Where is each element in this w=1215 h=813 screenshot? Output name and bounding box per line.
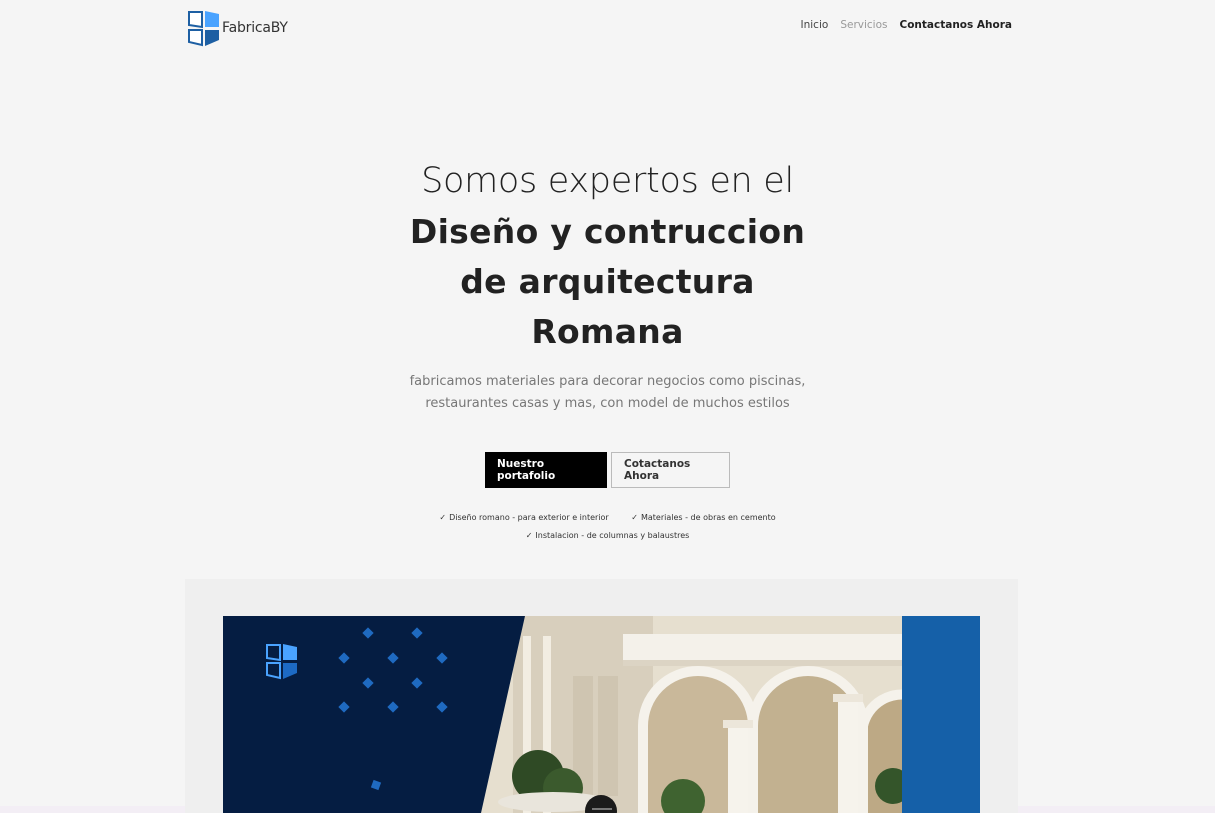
cube-logo-icon [188, 11, 219, 47]
brand-logo[interactable]: FabricaBY [187, 8, 288, 48]
check-icon: ✓ [631, 513, 638, 522]
nav-inicio[interactable]: Inicio [801, 19, 829, 31]
feature-item: ✓ Instalacion - de columnas y balaustres [525, 531, 690, 540]
hero-buttons: Nuestro portafolio Cotactanos Ahora [0, 452, 1215, 488]
feature-list: ✓ Diseño romano - para exterior e interio… [0, 509, 1215, 545]
brand-name: FabricaBY [222, 20, 288, 36]
roman-architecture-illustration [223, 616, 980, 813]
feature-item: ✓ Materiales - de obras en cemento [631, 513, 776, 522]
portfolio-button[interactable]: Nuestro portafolio [485, 452, 607, 488]
hero-title-line-1: Diseño y contruccion [409, 212, 806, 251]
scroll-indicator [592, 808, 612, 810]
hero-subtitle: fabricamos materiales para decorar negoc… [0, 371, 1215, 415]
contact-button[interactable]: Cotactanos Ahora [611, 452, 730, 488]
check-icon: ✓ [439, 513, 447, 522]
feature-item: ✓ Diseño romano - para exterior e interio… [439, 513, 609, 522]
hero-title-light: Somos expertos en el [421, 161, 794, 201]
check-icon: ✓ [525, 531, 533, 540]
hero-subtitle-line-1: fabricamos materiales para decorar negoc… [409, 374, 806, 389]
hero-subtitle-line-2: restaurantes casas y mas, con model de m… [425, 396, 790, 411]
nav-servicios[interactable]: Servicios [840, 19, 887, 31]
hero-title-line-3: Romana [531, 312, 684, 351]
hero-heading: Somos expertos en el Diseño y contruccio… [0, 155, 1215, 357]
nav-contactanos[interactable]: Contactanos Ahora [899, 19, 1012, 31]
main-nav: Inicio Servicios Contactanos Ahora [801, 19, 1012, 31]
hero-title-line-2: de arquitectura [460, 262, 755, 301]
showcase-image [223, 616, 980, 813]
